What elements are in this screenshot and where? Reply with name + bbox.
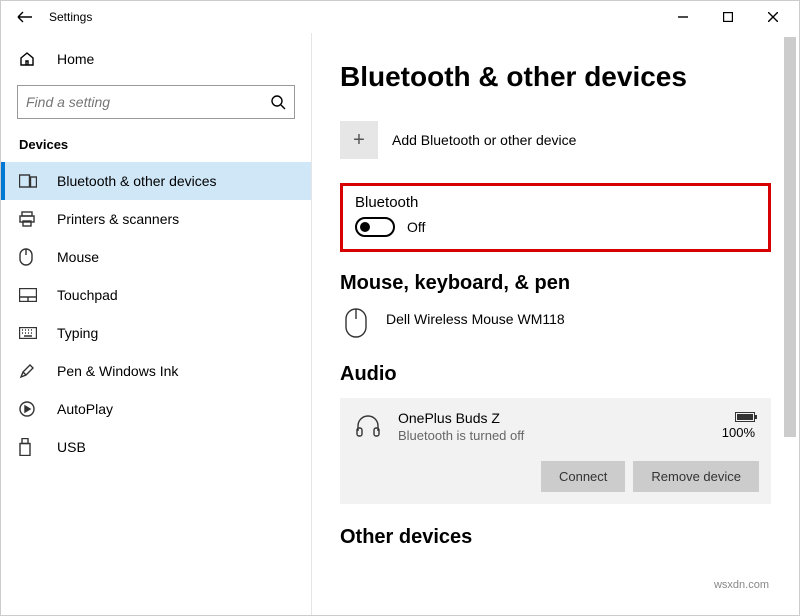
back-button[interactable] [5, 1, 45, 33]
sidebar-item-touchpad[interactable]: Touchpad [1, 276, 311, 314]
sidebar-item-label: Typing [57, 325, 98, 341]
bluetooth-state-label: Off [407, 219, 425, 235]
sidebar-item-pen[interactable]: Pen & Windows Ink [1, 352, 311, 390]
sidebar-item-autoplay[interactable]: AutoPlay [1, 390, 311, 428]
touchpad-icon [19, 287, 39, 303]
bluetooth-highlight: Bluetooth Off [340, 183, 771, 252]
connect-button[interactable]: Connect [541, 461, 625, 492]
sidebar: Home Devices Bluetooth & other devices P… [1, 33, 311, 615]
keyboard-icon [19, 325, 39, 341]
sidebar-item-typing[interactable]: Typing [1, 314, 311, 352]
add-device-button[interactable]: + Add Bluetooth or other device [340, 121, 771, 159]
mouse-device-row[interactable]: Dell Wireless Mouse WM118 [340, 307, 771, 339]
devices-icon [19, 173, 39, 189]
sidebar-item-bluetooth[interactable]: Bluetooth & other devices [1, 162, 311, 200]
sidebar-item-usb[interactable]: USB [1, 428, 311, 466]
maximize-button[interactable] [705, 1, 750, 33]
sidebar-item-label: Pen & Windows Ink [57, 363, 178, 379]
plus-icon: + [340, 121, 378, 159]
sidebar-home-label: Home [57, 51, 94, 67]
headphones-icon [352, 410, 384, 442]
usb-icon [19, 439, 39, 455]
sidebar-home[interactable]: Home [1, 41, 311, 77]
mouse-device-name: Dell Wireless Mouse WM118 [386, 307, 565, 327]
sidebar-section-label: Devices [1, 137, 311, 162]
mouse-icon [340, 307, 372, 339]
battery-icon [735, 412, 755, 422]
mouse-section-heading: Mouse, keyboard, & pen [340, 272, 771, 295]
sidebar-item-mouse[interactable]: Mouse [1, 238, 311, 276]
audio-section-heading: Audio [340, 363, 771, 386]
sidebar-item-label: Printers & scanners [57, 211, 179, 227]
main-panel: Bluetooth & other devices + Add Bluetoot… [311, 33, 799, 615]
scrollbar-thumb[interactable] [784, 37, 796, 437]
close-button[interactable] [750, 1, 795, 33]
audio-device-name: OnePlus Buds Z [398, 410, 524, 426]
window-controls [660, 1, 795, 33]
battery-percent: 100% [722, 425, 755, 440]
watermark: wsxdn.com [714, 579, 769, 591]
sidebar-item-label: USB [57, 439, 86, 455]
search-box[interactable] [17, 85, 295, 119]
page-title: Bluetooth & other devices [340, 61, 771, 93]
sidebar-item-label: AutoPlay [57, 401, 113, 417]
pen-icon [19, 363, 39, 379]
other-devices-heading: Other devices [340, 526, 771, 549]
sidebar-item-printers[interactable]: Printers & scanners [1, 200, 311, 238]
audio-battery: 100% [722, 410, 759, 440]
sidebar-item-label: Mouse [57, 249, 99, 265]
mouse-icon [19, 249, 39, 265]
vertical-scrollbar[interactable] [783, 37, 797, 613]
remove-device-button[interactable]: Remove device [633, 461, 759, 492]
search-input[interactable] [26, 94, 270, 110]
sidebar-item-label: Touchpad [57, 287, 118, 303]
bluetooth-toggle[interactable] [355, 217, 395, 237]
audio-device-status: Bluetooth is turned off [398, 428, 524, 443]
printer-icon [19, 211, 39, 227]
sidebar-item-label: Bluetooth & other devices [57, 173, 217, 189]
bluetooth-section-title: Bluetooth [355, 194, 756, 211]
home-icon [19, 51, 39, 67]
search-icon [270, 94, 286, 110]
titlebar: Settings [1, 1, 799, 33]
window-title: Settings [49, 10, 92, 24]
autoplay-icon [19, 401, 39, 417]
add-device-label: Add Bluetooth or other device [392, 132, 576, 148]
minimize-button[interactable] [660, 1, 705, 33]
audio-device-card[interactable]: OnePlus Buds Z Bluetooth is turned off 1… [340, 398, 771, 504]
